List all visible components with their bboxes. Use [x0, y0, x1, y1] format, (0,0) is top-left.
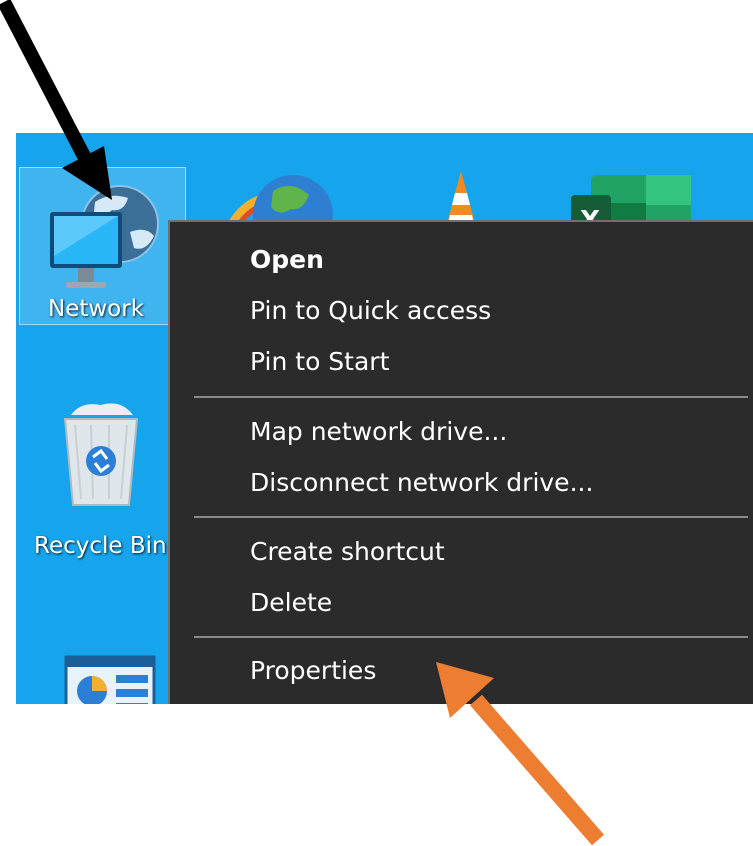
control-panel-icon — [64, 655, 156, 704]
menu-item-create-shortcut[interactable]: Create shortcut — [250, 530, 746, 574]
control-panel-desktop-icon[interactable] — [64, 655, 156, 704]
white-margin — [0, 704, 753, 846]
network-icon-label: Network — [48, 296, 145, 322]
menu-item-delete[interactable]: Delete — [250, 581, 746, 625]
menu-item-disconnect-network-drive[interactable]: Disconnect network drive... — [250, 461, 746, 505]
menu-separator — [194, 396, 748, 398]
menu-item-open[interactable]: Open — [250, 238, 746, 282]
menu-separator — [194, 636, 748, 638]
menu-item-pin-to-start[interactable]: Pin to Start — [250, 340, 746, 384]
network-computer-icon — [50, 185, 159, 288]
menu-separator — [194, 516, 748, 518]
recycle-bin-icon-label: Recycle Bin — [34, 533, 167, 559]
menu-item-properties[interactable]: Properties — [250, 649, 746, 693]
menu-item-map-network-drive[interactable]: Map network drive... — [250, 410, 746, 454]
context-menu: Open Pin to Quick access Pin to Start Ma… — [168, 220, 753, 720]
screenshot-stage: X Network — [0, 0, 753, 846]
menu-item-pin-quick-access[interactable]: Pin to Quick access — [250, 289, 746, 333]
recycle-bin-icon — [63, 403, 139, 506]
network-desktop-icon[interactable]: Network — [19, 167, 186, 325]
